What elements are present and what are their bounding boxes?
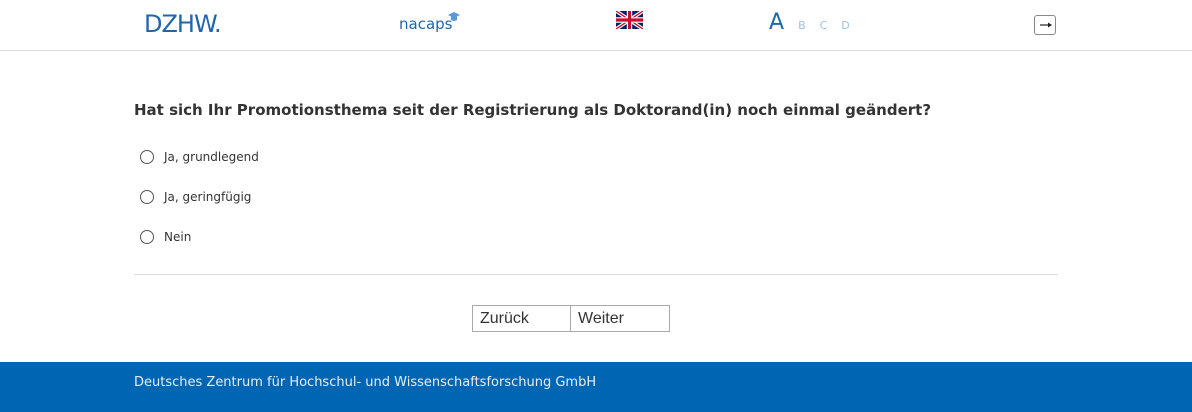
radio-button[interactable] bbox=[140, 150, 154, 164]
option-label: Ja, geringfügig bbox=[164, 190, 252, 204]
nacaps-logo: nacaps bbox=[399, 12, 460, 33]
logout-button[interactable] bbox=[1034, 15, 1056, 35]
option-label: Ja, grundlegend bbox=[164, 150, 259, 164]
option-label: Nein bbox=[164, 230, 192, 244]
graduation-cap-icon bbox=[448, 12, 460, 21]
header: DZHW. nacaps A B C D bbox=[0, 0, 1192, 51]
footer: Deutsches Zentrum für Hochschul- und Wis… bbox=[0, 362, 1192, 412]
divider bbox=[134, 274, 1058, 275]
logout-icon bbox=[1040, 22, 1052, 28]
option-ja-grundlegend[interactable]: Ja, grundlegend bbox=[140, 150, 259, 164]
next-button[interactable]: Weiter bbox=[571, 305, 670, 332]
question-text: Hat sich Ihr Promotionsthema seit der Re… bbox=[134, 101, 932, 119]
dzhw-logo: DZHW. bbox=[144, 10, 222, 38]
uk-flag-icon[interactable] bbox=[616, 11, 643, 29]
font-size-a[interactable]: A bbox=[769, 10, 784, 35]
nacaps-logo-text: nacaps bbox=[399, 15, 453, 33]
font-size-b[interactable]: B bbox=[798, 19, 806, 32]
footer-text: Deutsches Zentrum für Hochschul- und Wis… bbox=[134, 375, 597, 390]
option-nein[interactable]: Nein bbox=[140, 230, 191, 244]
radio-button[interactable] bbox=[140, 230, 154, 244]
font-size-selector: A B C D bbox=[769, 10, 850, 35]
font-size-d[interactable]: D bbox=[841, 19, 849, 32]
font-size-c[interactable]: C bbox=[820, 19, 828, 32]
option-ja-geringfuegig[interactable]: Ja, geringfügig bbox=[140, 190, 251, 204]
radio-button[interactable] bbox=[140, 190, 154, 204]
navigation-buttons: Zurück Weiter bbox=[472, 305, 670, 332]
back-button[interactable]: Zurück bbox=[472, 305, 571, 332]
